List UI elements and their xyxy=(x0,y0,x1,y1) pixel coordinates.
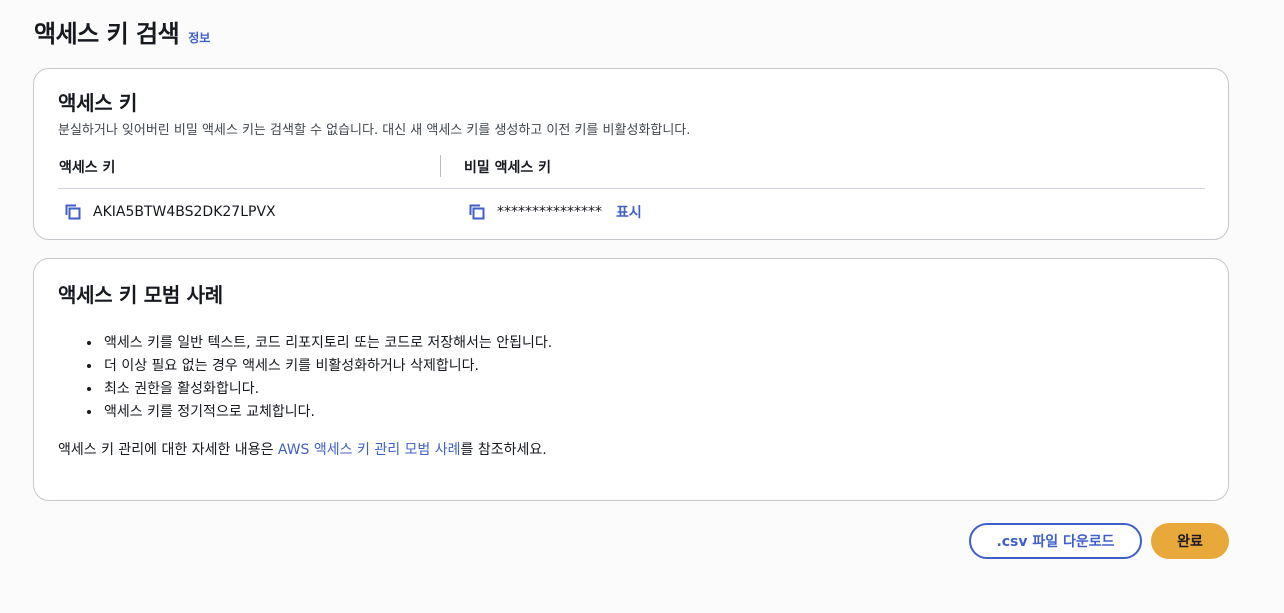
download-csv-button[interactable]: .csv 파일 다운로드 xyxy=(969,523,1142,559)
page-title: 액세스 키 검색 xyxy=(34,20,180,48)
list-item: 더 이상 필요 없는 경우 액세스 키를 비활성화하거나 삭제합니다. xyxy=(102,355,552,378)
best-practices-doc-link[interactable]: AWS 액세스 키 관리 모범 사례 xyxy=(278,442,461,458)
copy-icon xyxy=(469,204,485,220)
reference-suffix: 를 참조하세요. xyxy=(460,442,547,458)
secret-key-masked-value: *************** xyxy=(497,204,602,220)
copy-icon xyxy=(65,204,81,220)
column-header-access-key: 액세스 키 xyxy=(59,160,116,176)
best-practices-list: 액세스 키를 일반 텍스트, 코드 리포지토리 또는 코드로 저장해서는 안됩니… xyxy=(102,332,552,424)
list-item: 최소 권한을 활성화합니다. xyxy=(102,378,552,401)
copy-access-key-button[interactable] xyxy=(62,201,84,223)
info-link[interactable]: 정보 xyxy=(188,29,210,46)
done-button[interactable]: 완료 xyxy=(1151,523,1229,559)
best-practices-title: 액세스 키 모범 사례 xyxy=(58,283,223,307)
best-practices-panel: 액세스 키 모범 사례 액세스 키를 일반 텍스트, 코드 리포지토리 또는 코… xyxy=(33,258,1229,501)
header-row-divider xyxy=(58,188,1205,189)
copy-secret-key-button[interactable] xyxy=(466,201,488,223)
list-item: 액세스 키를 정기적으로 교체합니다. xyxy=(102,401,552,424)
reference-prefix: 액세스 키 관리에 대한 자세한 내용은 xyxy=(58,442,278,458)
access-key-value: AKIA5BTW4BS2DK27LPVX xyxy=(93,204,276,220)
column-divider xyxy=(440,155,441,177)
access-key-panel-title: 액세스 키 xyxy=(58,91,138,115)
show-secret-key-link[interactable]: 표시 xyxy=(616,202,642,222)
secret-key-cell: *************** 표시 xyxy=(466,199,642,225)
column-header-secret-key: 비밀 액세스 키 xyxy=(464,160,552,176)
access-key-panel: 액세스 키 분실하거나 잊어버린 비밀 액세스 키는 검색할 수 없습니다. 대… xyxy=(33,68,1229,240)
list-item: 액세스 키를 일반 텍스트, 코드 리포지토리 또는 코드로 저장해서는 안됩니… xyxy=(102,332,552,355)
access-key-panel-description: 분실하거나 잊어버린 비밀 액세스 키는 검색할 수 없습니다. 대신 새 액세… xyxy=(58,123,691,138)
reference-text: 액세스 키 관리에 대한 자세한 내용은 AWS 액세스 키 관리 모범 사례를… xyxy=(58,439,547,459)
access-key-cell: AKIA5BTW4BS2DK27LPVX xyxy=(62,199,276,225)
page-header: 액세스 키 검색 정보 xyxy=(34,14,210,49)
